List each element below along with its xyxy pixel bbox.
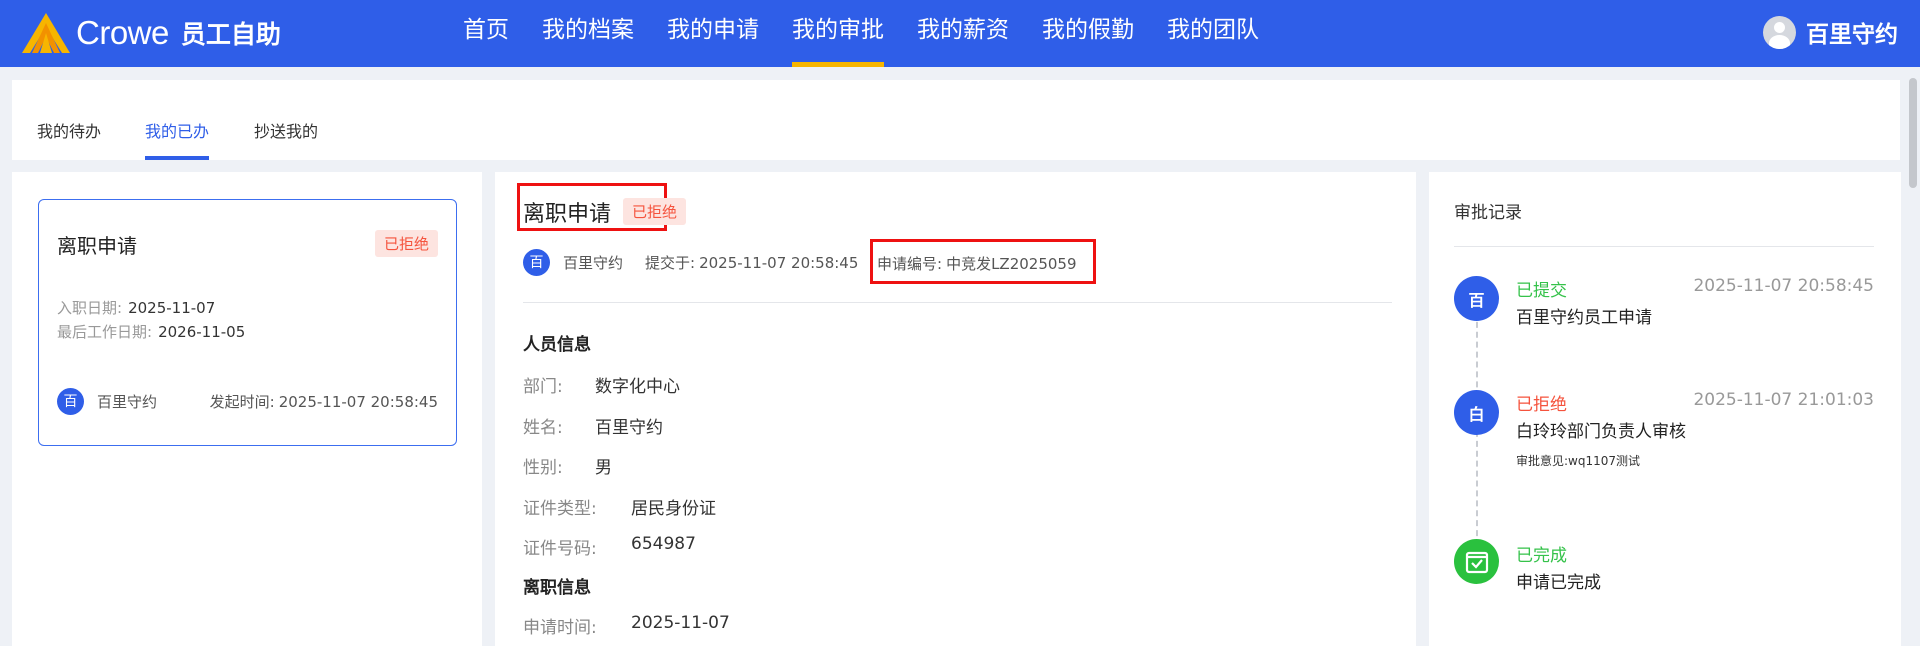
app-name: 员工自助: [180, 20, 281, 49]
start-time-label: 发起时间:: [209, 392, 275, 411]
user-menu[interactable]: 百里守约: [1763, 14, 1898, 50]
timeline-status: 已提交: [1516, 281, 1567, 301]
timeline-avatar: 百: [1454, 276, 1499, 321]
personnel-section-title: 人员信息: [523, 335, 591, 355]
field-label: 姓名:: [523, 418, 563, 438]
detail-meta: 百 百里守约 提交于: 2025-11-07 20:58:45: [523, 248, 858, 276]
nav-my-team[interactable]: 我的团队: [1167, 0, 1259, 67]
approval-tabs: 我的待办 我的已办 抄送我的: [12, 80, 1900, 160]
nav-home[interactable]: 首页: [463, 0, 509, 67]
field-value: 数字化中心: [595, 377, 680, 397]
user-avatar-icon: [1763, 15, 1796, 49]
timeline-desc: 百里守约员工申请: [1516, 308, 1652, 328]
field-department: 部门: 数字化中心: [523, 372, 680, 397]
divider: [1454, 246, 1874, 247]
card-footer: 百 百里守约 发起时间: 2025-11-07 20:58:45: [57, 387, 438, 415]
card-title: 离职申请: [57, 234, 137, 258]
applicant-name: 百里守约: [97, 392, 158, 411]
applicant-name: 百里守约: [563, 253, 624, 272]
nav-my-profile[interactable]: 我的档案: [542, 0, 634, 67]
check-calendar-icon: [1454, 539, 1499, 584]
field-label: 证件号码:: [523, 539, 597, 559]
entry-date-label: 入职日期:: [57, 299, 123, 317]
submitted-at: 提交于: 2025-11-07 20:58:45: [645, 252, 858, 273]
approval-note-text: wq1107测试: [1568, 454, 1641, 468]
entry-date: 2025-11-07: [128, 299, 216, 317]
start-time-value: 2025-11-07 20:58:45: [278, 392, 438, 411]
page-scrollbar[interactable]: [1908, 74, 1918, 646]
scrollbar-thumb[interactable]: [1909, 78, 1917, 188]
start-time: 发起时间: 2025-11-07 20:58:45: [210, 391, 438, 412]
nav-my-leave[interactable]: 我的假勤: [1042, 0, 1134, 67]
field-gender: 性别: 男: [523, 453, 612, 478]
field-name: 姓名: 百里守约: [523, 413, 663, 438]
timeline-status: 已完成: [1516, 546, 1567, 566]
detail-status-badge: 已拒绝: [623, 198, 687, 225]
tab-my-todo[interactable]: 我的待办: [37, 118, 101, 160]
applicant-avatar: 百: [523, 248, 550, 276]
tab-my-done[interactable]: 我的已办: [145, 118, 210, 160]
field-value: 2025-11-07: [631, 613, 730, 633]
field-value: 654987: [631, 534, 696, 554]
divider: [523, 302, 1392, 303]
brand-name: Crowe: [76, 14, 169, 51]
approval-note-label: 审批意见:: [1516, 454, 1569, 468]
timeline-time: 2025-11-07 20:58:45: [1693, 276, 1874, 296]
application-list: 离职申请 已拒绝 入职日期: 2025-11-07 最后工作日期: 2026-11-…: [12, 172, 482, 646]
field-id-type: 证件类型: 居民身份证: [523, 494, 716, 519]
status-badge: 已拒绝: [374, 230, 438, 257]
submitted-time: 2025-11-07 20:58:45: [699, 253, 859, 272]
application-number: 申请编号: 中竞发LZ2025059: [877, 253, 1077, 274]
field-label: 部门:: [523, 377, 563, 397]
timeline-status: 已拒绝: [1516, 395, 1567, 415]
field-label: 证件类型:: [523, 499, 597, 519]
crowe-logo[interactable]: Crowe 员工自助: [20, 10, 281, 56]
application-detail: 离职申请 已拒绝 百 百里守约 提交于: 2025-11-07 20:58:45 …: [495, 172, 1416, 646]
entry-date-line: 入职日期: 2025-11-07: [57, 297, 215, 318]
last-work-date-line: 最后工作日期: 2026-11-05: [57, 321, 245, 342]
top-navbar: Crowe 员工自助 首页 我的档案 我的申请 我的审批 我的薪资 我的假勤 我…: [0, 0, 1920, 67]
field-label: 申请时间:: [523, 618, 597, 638]
field-value: 男: [595, 458, 612, 478]
user-name: 百里守约: [1806, 22, 1898, 48]
field-apply-time: 申请时间: 2025-11-07: [523, 613, 730, 638]
timeline-time: 2025-11-07 21:01:03: [1693, 390, 1874, 410]
crowe-logo-icon: [22, 13, 70, 53]
last-work-date: 2026-11-05: [158, 323, 246, 341]
detail-title: 离职申请: [523, 202, 612, 227]
submitted-label: 提交于:: [645, 253, 696, 272]
timeline-avatar: 白: [1454, 390, 1499, 435]
last-work-date-label: 最后工作日期:: [57, 323, 153, 341]
timeline-desc: 申请已完成: [1516, 573, 1601, 593]
timeline-desc: 白玲玲部门负责人审核: [1516, 422, 1686, 442]
nav-my-applications[interactable]: 我的申请: [667, 0, 759, 67]
field-value: 百里守约: [595, 418, 663, 438]
field-value: 居民身份证: [631, 499, 716, 519]
tab-cc-me[interactable]: 抄送我的: [254, 118, 318, 160]
field-id-number: 证件号码: 654987: [523, 534, 696, 559]
approval-records: 审批记录 百 已提交 2025-11-07 20:58:45 百里守约员工申请 …: [1429, 172, 1901, 646]
records-title: 审批记录: [1454, 203, 1522, 223]
application-card[interactable]: 离职申请 已拒绝 入职日期: 2025-11-07 最后工作日期: 2026-11-…: [38, 199, 457, 446]
main-nav: 首页 我的档案 我的申请 我的审批 我的薪资 我的假勤 我的团队: [463, 0, 1292, 67]
nav-my-salary[interactable]: 我的薪资: [917, 0, 1009, 67]
nav-my-approvals[interactable]: 我的审批: [792, 0, 884, 67]
approval-note: 审批意见:wq1107测试: [1516, 452, 1640, 469]
app-no-value: 中竞发LZ2025059: [946, 255, 1077, 273]
applicant-avatar: 百: [57, 387, 84, 415]
field-label: 性别:: [523, 458, 563, 478]
resign-section-title: 离职信息: [523, 578, 591, 598]
app-no-label: 申请编号:: [877, 255, 943, 273]
